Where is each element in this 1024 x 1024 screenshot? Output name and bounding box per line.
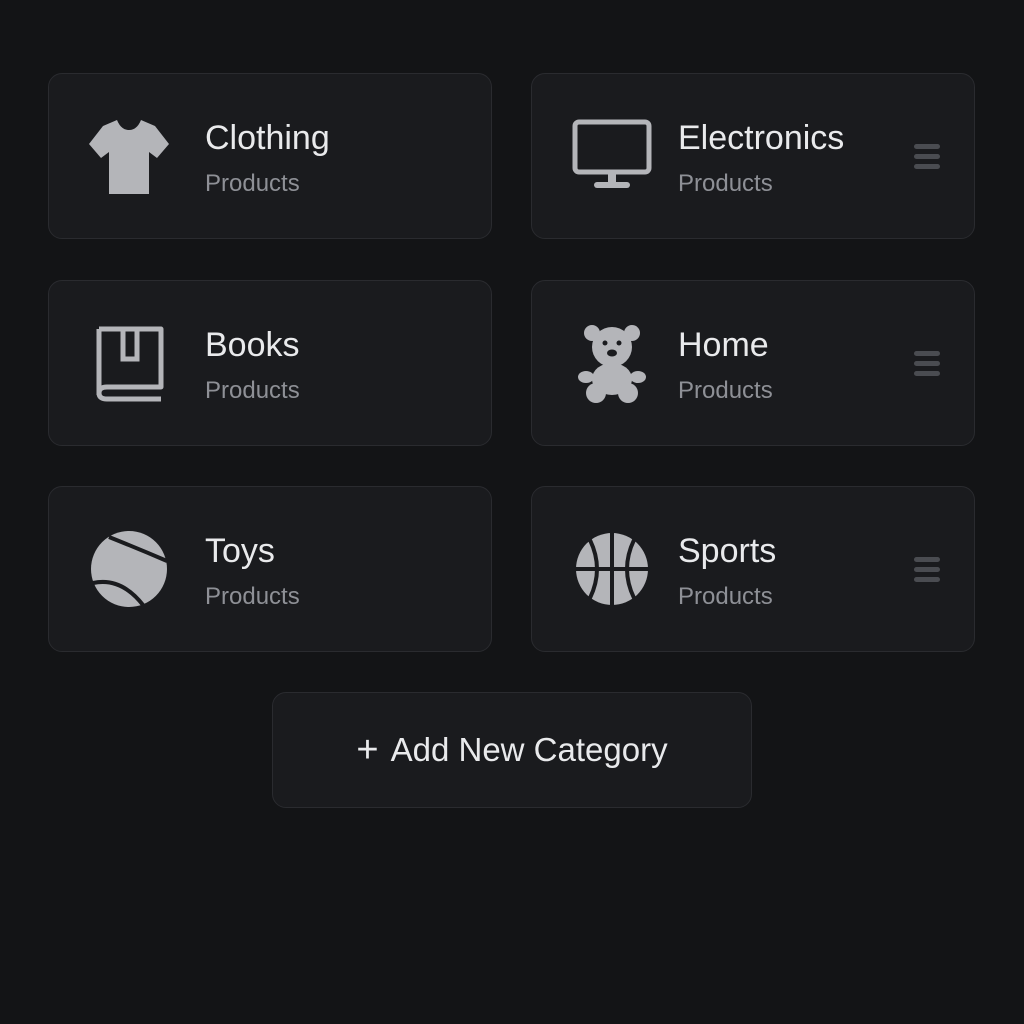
book-icon bbox=[87, 321, 171, 405]
category-title: Clothing bbox=[205, 119, 330, 157]
category-title: Electronics bbox=[678, 119, 845, 157]
category-subtitle: Products bbox=[205, 377, 300, 404]
category-card-toys[interactable]: Toys Products bbox=[48, 486, 492, 652]
drag-handle-icon[interactable] bbox=[912, 555, 942, 587]
category-subtitle: Products bbox=[205, 170, 300, 197]
category-title: Books bbox=[205, 326, 300, 364]
category-grid-page: Clothing Products Electronics Products B… bbox=[0, 0, 1024, 1024]
teddy-bear-icon bbox=[570, 321, 654, 405]
category-card-clothing[interactable]: Clothing Products bbox=[48, 73, 492, 239]
category-card-electronics[interactable]: Electronics Products bbox=[531, 73, 975, 239]
category-card-home[interactable]: Home Products bbox=[531, 280, 975, 446]
drag-handle-icon[interactable] bbox=[912, 142, 942, 174]
category-subtitle: Products bbox=[678, 170, 773, 197]
category-card-sports[interactable]: Sports Products bbox=[531, 486, 975, 652]
category-card-books[interactable]: Books Products bbox=[48, 280, 492, 446]
tshirt-icon bbox=[87, 114, 171, 198]
category-title: Toys bbox=[205, 532, 275, 570]
category-subtitle: Products bbox=[678, 377, 773, 404]
category-title: Home bbox=[678, 326, 769, 364]
add-category-button[interactable]: + Add New Category bbox=[272, 692, 752, 808]
add-category-label: Add New Category bbox=[390, 731, 668, 768]
category-subtitle: Products bbox=[205, 583, 300, 610]
plus-icon: + bbox=[356, 729, 379, 771]
monitor-icon bbox=[570, 114, 654, 198]
tennis-ball-icon bbox=[87, 527, 171, 611]
category-title: Sports bbox=[678, 532, 777, 570]
drag-handle-icon[interactable] bbox=[912, 349, 942, 381]
category-subtitle: Products bbox=[678, 583, 773, 610]
basketball-icon bbox=[570, 527, 654, 611]
